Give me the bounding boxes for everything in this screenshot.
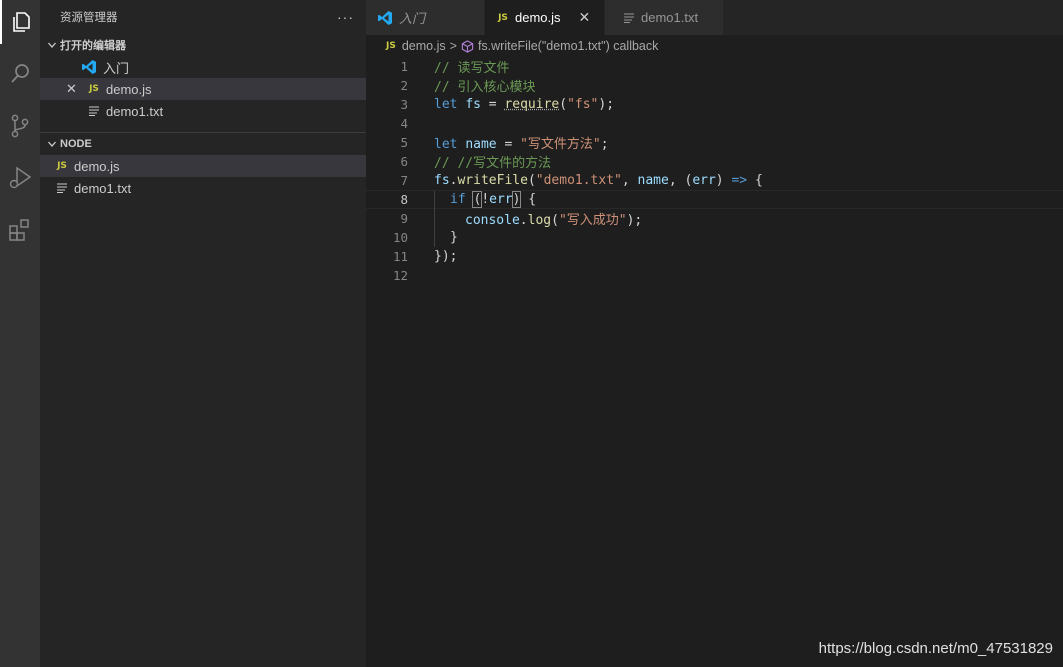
explorer-button[interactable]	[0, 0, 40, 44]
js-file-icon: JS	[89, 84, 99, 94]
line-number: 4	[400, 116, 408, 131]
line-number: 7	[400, 173, 408, 188]
code-line: 5 let name = "写文件方法";	[366, 133, 1063, 152]
text-file-icon	[54, 183, 70, 193]
file-item-demo-js[interactable]: JS demo.js	[40, 155, 366, 177]
tab-label: demo.js	[515, 10, 561, 25]
open-editor-item-demo-js[interactable]: ✕ JS demo.js	[40, 78, 366, 100]
open-editors-header[interactable]: 打开的编辑器	[40, 34, 366, 56]
code-line: 3 let fs = require("fs");	[366, 95, 1063, 114]
code-text: // //写文件的方法	[434, 156, 552, 171]
editor-area: 入门 JS demo.js ✕ demo1.txt JS demo.js > f…	[366, 0, 1063, 667]
text-file-icon	[86, 106, 102, 116]
code-text: // 引入核心模块	[434, 80, 536, 95]
code-line: 11 });	[366, 247, 1063, 266]
text-file-icon	[621, 12, 637, 23]
watermark: https://blog.csdn.net/m0_47531829	[818, 640, 1053, 657]
extensions-icon	[9, 219, 29, 241]
open-editor-label: demo.js	[106, 81, 152, 97]
line-number: 3	[400, 97, 408, 112]
open-editor-item-demo1-txt[interactable]: demo1.txt	[40, 100, 366, 122]
tab-welcome[interactable]: 入门	[366, 0, 485, 35]
indent-guide	[434, 191, 435, 210]
code-line: 6 // //写文件的方法	[366, 152, 1063, 171]
code-line-current: 8 if (!err) {	[366, 190, 1063, 210]
folder-header[interactable]: NODE	[40, 133, 366, 155]
line-number: 11	[392, 249, 408, 264]
cube-symbol-icon	[461, 39, 474, 53]
tab-demo1-txt[interactable]: demo1.txt	[605, 0, 724, 35]
code-line: 10 }	[366, 228, 1063, 247]
code-line: 9 console.log("写入成功");	[366, 209, 1063, 228]
line-number: 9	[400, 211, 408, 226]
js-file-icon: JS	[57, 161, 67, 171]
code-text: console.log("写入成功");	[465, 213, 643, 228]
breadcrumb: JS demo.js > fs.writeFile("demo1.txt") c…	[366, 35, 1063, 57]
source-control-icon	[11, 114, 29, 138]
tab-label: demo1.txt	[641, 10, 699, 25]
indent-guide	[434, 228, 435, 247]
line-number: 2	[400, 78, 408, 93]
code-line: 12	[366, 266, 1063, 285]
line-number: 6	[400, 154, 408, 169]
code-editor[interactable]: 1 // 读写文件 2 // 引入核心模块 3 let fs = require…	[366, 57, 1063, 285]
sidebar-title: 资源管理器	[60, 12, 118, 24]
open-editors-title: 打开的编辑器	[60, 40, 126, 52]
source-control-button[interactable]	[0, 104, 40, 148]
code-text: // 读写文件	[434, 61, 510, 76]
code-text: let name = "写文件方法";	[434, 137, 609, 152]
more-actions-icon[interactable]: ···	[337, 9, 354, 25]
close-icon[interactable]: ✕	[66, 81, 77, 97]
open-editor-label: 入门	[103, 60, 130, 76]
file-label: demo.js	[74, 158, 120, 174]
js-file-icon: JS	[498, 12, 508, 23]
breadcrumb-symbol[interactable]: fs.writeFile("demo1.txt") callback	[478, 39, 658, 53]
folder-title: NODE	[60, 138, 92, 150]
breadcrumb-file[interactable]: demo.js	[402, 39, 446, 53]
vscode-icon	[376, 10, 394, 26]
code-text: fs.writeFile("demo1.txt", name, (err) =>…	[434, 173, 763, 188]
chevron-down-icon	[44, 139, 60, 149]
indent-guide	[434, 209, 435, 228]
files-icon	[13, 12, 30, 32]
line-number: 8	[400, 192, 408, 207]
tab-label: 入门	[399, 11, 426, 26]
code-text: }	[450, 230, 458, 245]
line-number: 5	[400, 135, 408, 150]
code-text: if (!err) {	[450, 191, 537, 208]
open-editor-label: demo1.txt	[106, 103, 164, 119]
code-text: let fs = require("fs");	[434, 97, 615, 112]
run-debug-button[interactable]	[0, 156, 40, 200]
run-debug-icon	[9, 166, 32, 189]
line-number: 1	[400, 59, 408, 74]
chevron-right-icon: >	[449, 39, 457, 53]
explorer-sidebar: 资源管理器 ··· 打开的编辑器 入门 ✕ JS demo.js demo1.t…	[40, 0, 366, 667]
code-text: });	[434, 249, 458, 264]
code-line: 7 fs.writeFile("demo1.txt", name, (err) …	[366, 171, 1063, 190]
file-label: demo1.txt	[74, 180, 132, 196]
chevron-down-icon	[44, 40, 60, 50]
tab-bar: 入门 JS demo.js ✕ demo1.txt	[366, 0, 1063, 35]
search-icon	[11, 64, 29, 83]
sidebar-header: 资源管理器 ···	[40, 0, 366, 34]
js-file-icon: JS	[386, 41, 396, 51]
extensions-button[interactable]	[0, 208, 40, 252]
code-line: 1 // 读写文件	[366, 57, 1063, 76]
open-editor-item-welcome[interactable]: 入门	[40, 56, 366, 78]
code-line: 2 // 引入核心模块	[366, 76, 1063, 95]
activity-bar	[0, 0, 40, 667]
line-number: 12	[392, 268, 408, 283]
vscode-icon	[80, 59, 98, 75]
line-number: 10	[392, 230, 408, 245]
code-line: 4	[366, 114, 1063, 133]
file-item-demo1-txt[interactable]: demo1.txt	[40, 177, 366, 199]
tab-demo-js[interactable]: JS demo.js ✕	[485, 0, 605, 35]
close-icon[interactable]: ✕	[579, 9, 591, 26]
search-button[interactable]	[0, 52, 40, 96]
